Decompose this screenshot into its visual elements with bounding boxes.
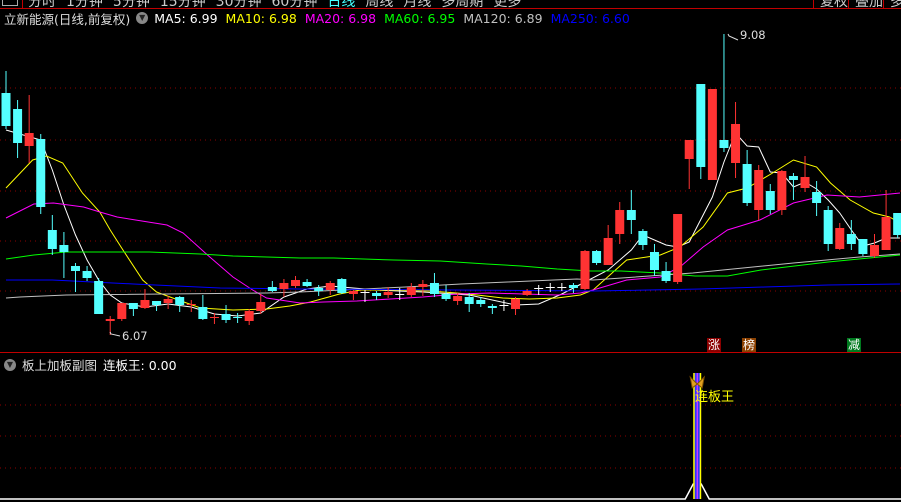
candle-up [673,214,683,282]
panel-divider [0,352,901,353]
candle-up [140,300,150,308]
candle-down [267,287,277,291]
tag-jian[interactable]: 减 [847,338,861,352]
candle-down [372,293,382,296]
sub-baseline [0,483,901,500]
candle-down [765,191,775,210]
tag-zhang[interactable]: 涨 [707,338,721,352]
candle-up [395,294,405,295]
high-price-label: 9.08 [740,28,766,42]
candle-up [522,291,532,295]
candle-down [337,279,347,293]
ma-line-ma5 [5,129,900,317]
candle-down [719,140,729,148]
candle-down [626,210,636,220]
candle-up [325,283,335,290]
candle-down [1,93,11,126]
candle-up [117,303,127,319]
candle-up [800,177,810,188]
low-arrow-icon [109,331,121,337]
candle-down [70,266,80,271]
candle-up [291,280,300,286]
low-price-label: 6.07 [122,329,148,343]
candle-down [696,84,706,167]
tag-bang[interactable]: 榜 [742,338,756,352]
sub-title: 板上加板副图 [22,358,98,373]
candle-up [163,299,173,303]
sub-indicator-value: 连板王: 0.00 [103,358,177,373]
candle-up [731,124,741,163]
candle-down [661,271,671,281]
candle-down [233,317,243,318]
candle-up [406,287,416,295]
candle-up [244,311,254,321]
candle-down [221,314,231,320]
candle-up [186,304,196,305]
candle-down [846,234,856,244]
candle-down [152,301,162,305]
candle-down [59,245,69,252]
ma-line-ma60 [5,251,901,277]
candle-up [453,296,463,301]
candle-up [534,288,544,289]
candle-down [82,271,92,278]
candle-down [638,231,648,245]
candle-down [592,251,602,263]
kline-chart[interactable] [0,0,901,502]
candle-up [360,292,370,293]
candle-up [580,251,590,289]
candle-up [707,89,717,180]
candle-down [429,283,439,294]
candle-up [881,217,891,250]
candle-down [487,306,497,308]
candle-down [47,230,57,249]
candle-down [812,192,822,203]
chevron-down-icon[interactable]: ▼ [4,358,16,371]
candle-down [742,164,752,203]
candle-down [649,252,659,270]
candle-down [788,176,798,180]
candle-up [256,302,266,311]
high-arrow-icon [727,33,739,41]
sub-legend: ▼ 板上加板副图 连板王: 0.00 [4,355,177,374]
candle-down [568,285,578,288]
candle-down [302,282,312,286]
candle-up [279,283,289,289]
candle-down [476,300,486,304]
ma-line-ma250 [6,279,900,292]
candle-up [557,287,567,288]
candle-up [418,284,428,287]
candle-down [94,281,104,314]
candle-up [684,140,694,159]
candle-down [441,294,451,299]
candle-down [175,297,185,305]
candle-down [858,239,868,254]
candle-down [314,288,324,291]
candle-up [835,228,845,249]
candle-up [105,319,115,321]
candle-up [777,171,787,210]
candle-up [24,133,34,146]
candle-up [209,317,219,318]
candle-down [198,307,208,319]
candle-up [603,238,613,265]
signal-label: 连板王 [695,390,735,405]
candle-up [870,245,879,256]
candle-down [823,210,833,244]
candle-down [893,213,901,235]
candle-up [348,291,358,294]
candle-down [36,139,46,207]
candle-up [511,299,521,309]
candle-up [615,210,625,234]
candle-up [754,170,764,210]
candle-up [499,305,509,306]
candle-down [464,297,474,304]
candle-down [128,303,138,309]
candle-up [545,287,555,288]
candle-up [383,292,393,295]
candle-down [13,109,23,143]
